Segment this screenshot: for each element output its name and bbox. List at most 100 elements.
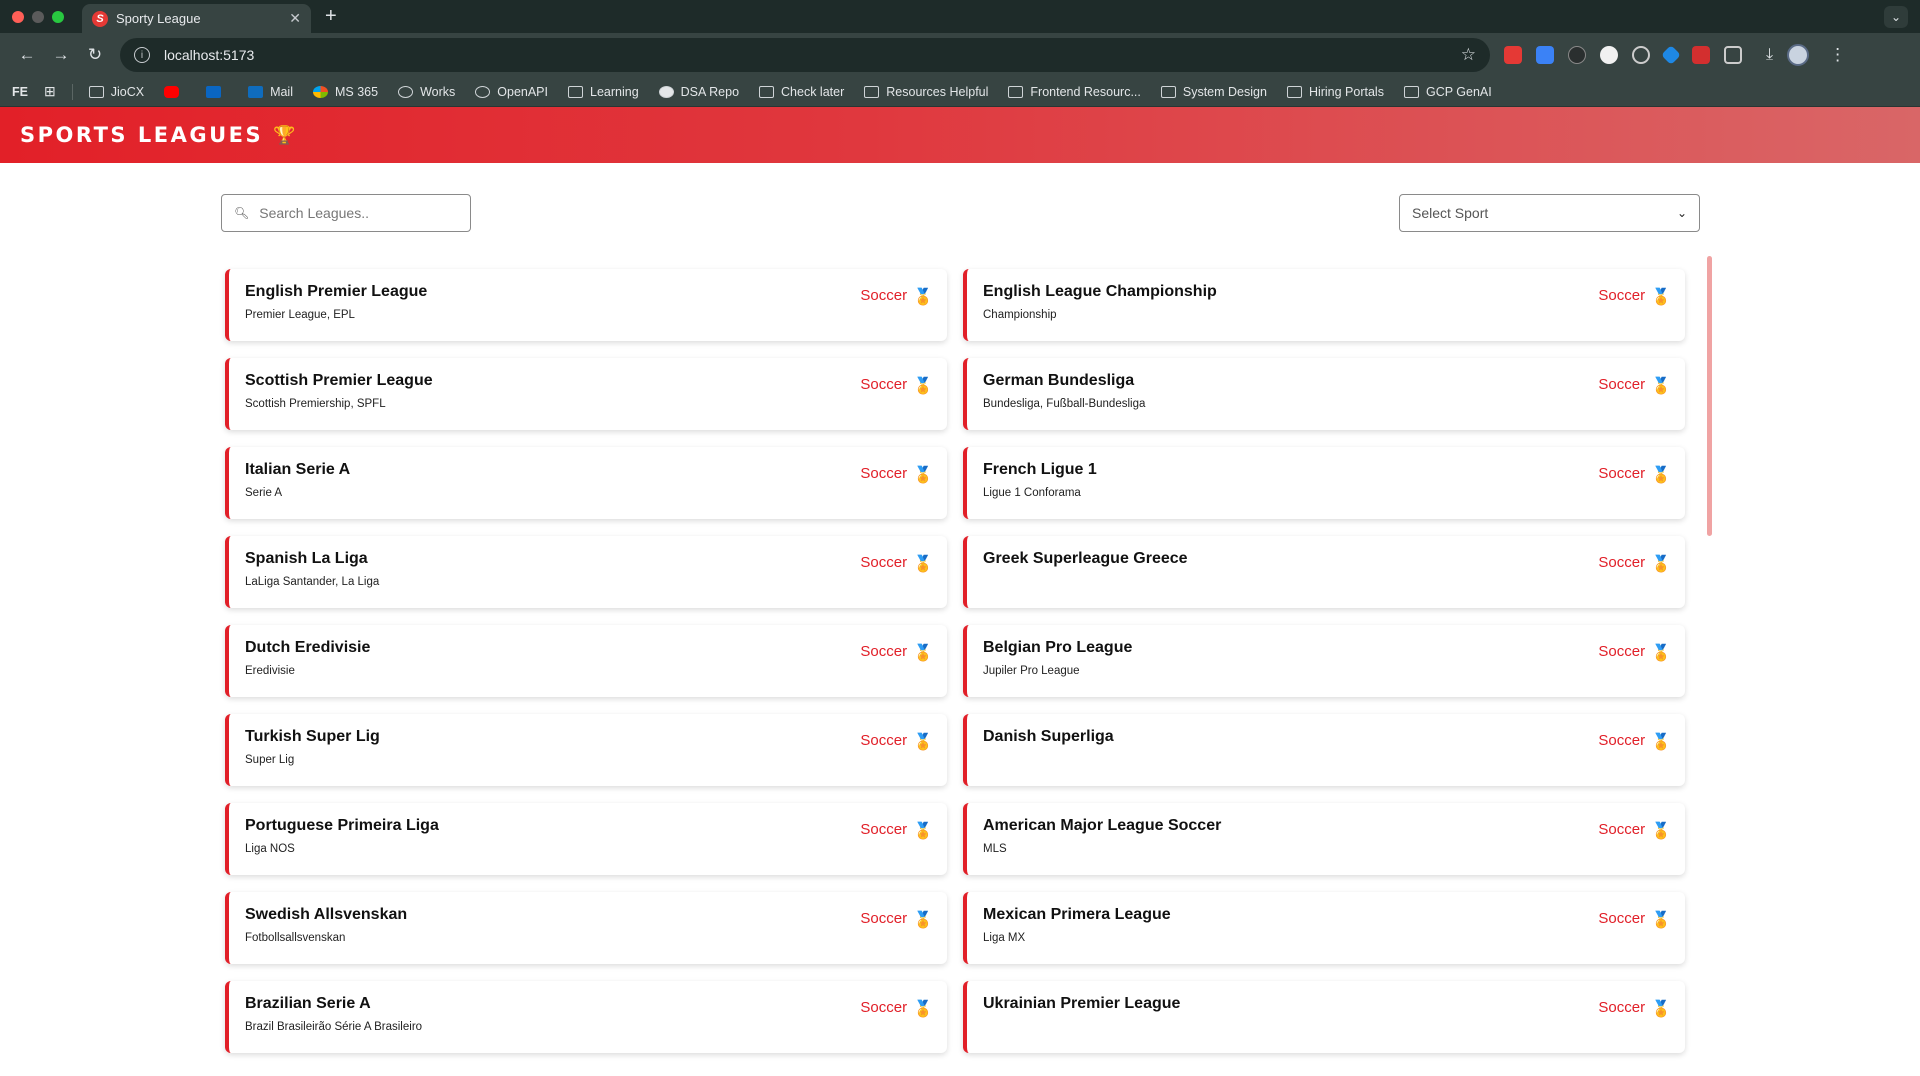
- league-card[interactable]: Turkish Super Lig Super Lig Soccer 🏅: [225, 714, 947, 786]
- medal-icon: 🏅: [1651, 645, 1671, 662]
- download-icon[interactable]: ⤓: [1766, 46, 1773, 64]
- league-card[interactable]: Belgian Pro League Jupiler Pro League Socc…: [963, 625, 1685, 697]
- bookmark-jiocx[interactable]: JioCX: [88, 85, 144, 99]
- league-card[interactable]: Portuguese Primeira Liga Liga NOS Soccer 🏅: [225, 803, 947, 875]
- extension-white-icon[interactable]: [1600, 46, 1618, 64]
- zoom-window-button[interactable]: [52, 10, 64, 23]
- league-name: German Bundesliga: [983, 372, 1135, 389]
- tab-search-chevron-icon[interactable]: ⌄: [1884, 6, 1908, 28]
- url-text[interactable]: localhost:5173: [164, 47, 1461, 63]
- address-bar[interactable]: i localhost:5173 ☆: [120, 38, 1490, 72]
- bookmark-check-later[interactable]: Check later: [759, 85, 844, 99]
- bookmark-system-design[interactable]: System Design: [1160, 85, 1267, 99]
- browser-toolbar: ← → ↻ i localhost:5173 ☆ ⤓ ⋮: [0, 33, 1920, 77]
- profile-avatar[interactable]: [1787, 44, 1810, 66]
- league-sport: Soccer: [860, 465, 908, 482]
- medal-icon: 🏅: [913, 556, 933, 573]
- bookmark-linkedin[interactable]: [206, 85, 228, 98]
- bookmark-openapi[interactable]: OpenAPI: [475, 85, 548, 99]
- bookmark-learning[interactable]: Learning: [568, 85, 639, 99]
- tab-title: Sporty League: [116, 11, 201, 26]
- bookmark-resources-helpful[interactable]: Resources Helpful: [864, 85, 988, 99]
- bookmark-label: Learning: [590, 84, 639, 99]
- sport-select[interactable]: Select Sport ⌄: [1399, 194, 1700, 232]
- league-card[interactable]: Brazilian Serie A Brazil Brasileirão Séri…: [225, 981, 947, 1053]
- league-sport: Soccer: [860, 732, 908, 749]
- medal-icon: 🏅: [913, 289, 933, 306]
- bookmark-gcp-genai[interactable]: GCP GenAI: [1403, 85, 1492, 99]
- apps-grid-icon[interactable]: ⊞: [44, 83, 56, 100]
- extension-square-icon[interactable]: [1692, 46, 1710, 64]
- extension-dark-icon[interactable]: [1568, 46, 1586, 64]
- search-box[interactable]: 🔍︎: [221, 194, 471, 232]
- league-name: Greek Superleague Greece: [983, 550, 1188, 567]
- forward-arrow-icon[interactable]: →: [44, 45, 78, 65]
- league-sport: Soccer: [1598, 821, 1646, 838]
- league-sport: Soccer: [1598, 465, 1646, 482]
- league-card[interactable]: French Ligue 1 Ligue 1 Conforama Soccer 🏅: [963, 447, 1685, 519]
- bookmark-youtube[interactable]: [164, 85, 186, 98]
- league-card[interactable]: American Major League Soccer MLS Soccer 🏅: [963, 803, 1685, 875]
- bookmark-label: DSA Repo: [680, 84, 740, 99]
- window-controls: [12, 10, 64, 23]
- league-alternate: Scottish Premiership, SPFL: [245, 398, 386, 410]
- extension-red-icon[interactable]: [1504, 46, 1522, 64]
- league-card[interactable]: Dutch Eredivisie Eredivisie Soccer 🏅: [225, 625, 947, 697]
- bookmark-ms365[interactable]: MS 365: [312, 84, 379, 99]
- league-card[interactable]: English League Championship Championship S…: [963, 269, 1685, 341]
- bookmark-hiring-portals[interactable]: Hiring Portals: [1286, 85, 1384, 99]
- league-card[interactable]: Ukrainian Premier League Soccer 🏅: [963, 981, 1685, 1053]
- reload-icon[interactable]: ↻: [78, 45, 112, 65]
- medal-icon: 🏅: [1651, 823, 1671, 840]
- extensions-puzzle-icon[interactable]: [1724, 46, 1742, 64]
- league-card[interactable]: Spanish La Liga LaLiga Santander, La Liga…: [225, 536, 947, 608]
- back-arrow-icon[interactable]: ←: [10, 45, 44, 65]
- league-card[interactable]: Italian Serie A Serie A Soccer 🏅: [225, 447, 947, 519]
- extension-blue-icon[interactable]: [1536, 46, 1554, 64]
- league-alternate: Liga MX: [983, 932, 1026, 944]
- bookmark-dsa-repo[interactable]: DSA Repo: [658, 84, 740, 99]
- folder-icon: [864, 85, 880, 98]
- league-card[interactable]: Mexican Primera League Liga MX Soccer 🏅: [963, 892, 1685, 964]
- bookmarks-divider: [71, 83, 73, 100]
- scrollbar-thumb[interactable]: [1707, 256, 1712, 536]
- league-card[interactable]: English Premier League Premier League, EP…: [225, 269, 947, 341]
- extension-diamond-icon[interactable]: [1661, 45, 1681, 65]
- close-tab-icon[interactable]: ✕: [289, 10, 301, 27]
- medal-icon: 🏅: [1651, 467, 1671, 484]
- folder-icon: [1403, 85, 1419, 98]
- search-input[interactable]: [259, 205, 458, 221]
- bookmark-label: Frontend Resourc...: [1030, 84, 1141, 99]
- league-sport: Soccer: [1598, 732, 1646, 749]
- trophy-icon: 🏆: [273, 124, 296, 145]
- new-tab-button[interactable]: +: [325, 5, 337, 28]
- league-name: Scottish Premier League: [245, 372, 433, 389]
- league-card[interactable]: Swedish Allsvenskan Fotbollsallsvenskan So…: [225, 892, 947, 964]
- league-sport: Soccer: [1598, 554, 1646, 571]
- league-alternate: Premier League, EPL: [245, 309, 355, 321]
- sporty-league-favicon-icon: S: [92, 10, 108, 27]
- bookmark-frontend-resources[interactable]: Frontend Resourc...: [1008, 84, 1141, 99]
- bookmark-star-icon[interactable]: ☆: [1461, 45, 1476, 65]
- league-card[interactable]: Danish Superliga Soccer 🏅: [963, 714, 1685, 786]
- medal-icon: 🏅: [913, 912, 933, 929]
- browser-tab[interactable]: S Sporty League ✕: [82, 4, 311, 33]
- bookmark-works[interactable]: Works: [398, 85, 455, 99]
- site-info-icon[interactable]: i: [134, 47, 150, 63]
- extensions-area: ⤓ ⋮: [1504, 44, 1846, 66]
- bookmark-label: MS 365: [334, 84, 379, 99]
- folder-icon: [1160, 85, 1176, 98]
- bookmark-mail[interactable]: Mail: [248, 85, 293, 99]
- league-sport: Soccer: [860, 910, 908, 927]
- close-window-button[interactable]: [12, 10, 24, 23]
- browser-tabbar: S Sporty League ✕ + ⌄: [0, 0, 1920, 33]
- league-card[interactable]: Greek Superleague Greece Soccer 🏅: [963, 536, 1685, 608]
- browser-menu-icon[interactable]: ⋮: [1829, 45, 1846, 65]
- minimize-window-button[interactable]: [32, 10, 44, 23]
- league-card[interactable]: Scottish Premier League Scottish Premiers…: [225, 358, 947, 430]
- league-sport: Soccer: [1598, 999, 1646, 1016]
- league-name: Dutch Eredivisie: [245, 639, 371, 656]
- league-card[interactable]: German Bundesliga Bundesliga, Fußball-Bun…: [963, 358, 1685, 430]
- bookmark-fe[interactable]: FE: [12, 85, 28, 99]
- extension-target-icon[interactable]: [1632, 46, 1650, 64]
